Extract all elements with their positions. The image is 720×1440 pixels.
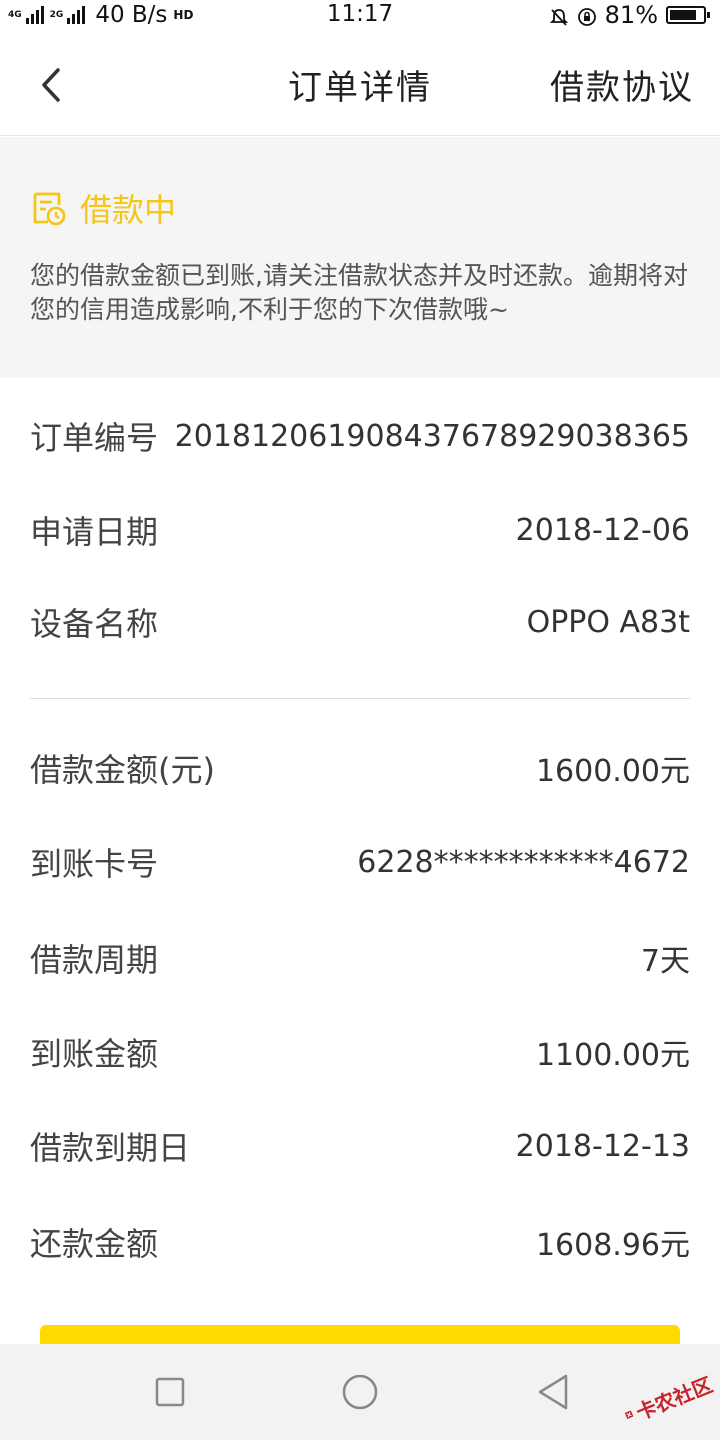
detail-label: 借款到期日 [30, 1129, 191, 1167]
triangle-back-icon [538, 1374, 568, 1410]
detail-value: OPPO A83t [526, 604, 690, 640]
mute-icon [549, 5, 569, 26]
square-icon [155, 1377, 185, 1407]
detail-label: 到账卡号 [30, 845, 159, 883]
detail-label: 借款金额(元) [30, 751, 215, 789]
circle-icon [342, 1374, 378, 1410]
detail-label: 申请日期 [30, 513, 159, 551]
detail-row-device-name: 设备名称 OPPO A83t [30, 592, 690, 652]
battery-percent: 81% [604, 1, 658, 29]
status-description: 您的借款金额已到账,请关注借款状态并及时还款。逾期将对您的信用造成影响,不利于您… [30, 261, 688, 324]
app-header: 订单详情 借款协议 [0, 34, 720, 136]
watermark-logo: 卡农社区 [616, 1359, 720, 1440]
battery-icon [666, 6, 710, 24]
status-bar: 4G 2G 40 B/s HD 11:17 81% [0, 0, 720, 34]
detail-value: 6228************4672 [357, 844, 690, 880]
recent-apps-button[interactable] [148, 1370, 192, 1414]
status-label: 借款中 [80, 191, 177, 229]
detail-row-card-number: 到账卡号 6228************4672 [30, 832, 690, 892]
detail-value: 20181206190843767892903836​5 [174, 418, 690, 454]
detail-row-loan-period: 借款周期 7天 [30, 928, 690, 988]
detail-label: 到账金额 [30, 1035, 159, 1073]
detail-row-due-date: 借款到期日 2018-12-13 [30, 1116, 690, 1176]
detail-label: 订单编号 [30, 419, 159, 457]
loan-status-panel: 借款中 您的借款金额已到账,请关注借款状态并及时还款。逾期将对您的信用造成影响,… [0, 137, 720, 378]
detail-value: 2018-12-06 [515, 512, 690, 548]
detail-row-order-number: 订单编号 20181206190843767892903836​5 [30, 406, 690, 466]
detail-label: 借款周期 [30, 941, 159, 979]
detail-row-apply-date: 申请日期 2018-12-06 [30, 500, 690, 560]
loan-agreement-link[interactable]: 借款协议 [550, 60, 694, 109]
detail-value: 2018-12-13 [515, 1128, 690, 1164]
status-heading: 借款中 [30, 185, 176, 231]
detail-value: 7天 [640, 944, 690, 979]
watermark-text: 卡农社区 [632, 1372, 716, 1425]
detail-value: 1600.00元 [535, 754, 690, 789]
detail-label: 设备名称 [30, 605, 159, 643]
detail-label: 还款金额 [30, 1225, 159, 1263]
calendar-clock-icon [33, 192, 66, 226]
section-divider [30, 698, 690, 699]
detail-value: 1608.96元 [535, 1228, 690, 1263]
system-nav-bar: 卡农社区 [0, 1344, 720, 1440]
detail-row-repay-amount: 还款金额 1608.96元 [30, 1212, 690, 1272]
home-button[interactable] [338, 1370, 382, 1414]
detail-value: 1100.00元 [535, 1038, 690, 1073]
back-nav-button[interactable] [532, 1370, 576, 1414]
status-bar-right: 81% [549, 1, 710, 29]
rotation-lock-icon [577, 5, 597, 26]
detail-row-received-amount: 到账金额 1100.00元 [30, 1022, 690, 1082]
detail-row-loan-amount: 借款金额(元) 1600.00元 [30, 738, 690, 798]
